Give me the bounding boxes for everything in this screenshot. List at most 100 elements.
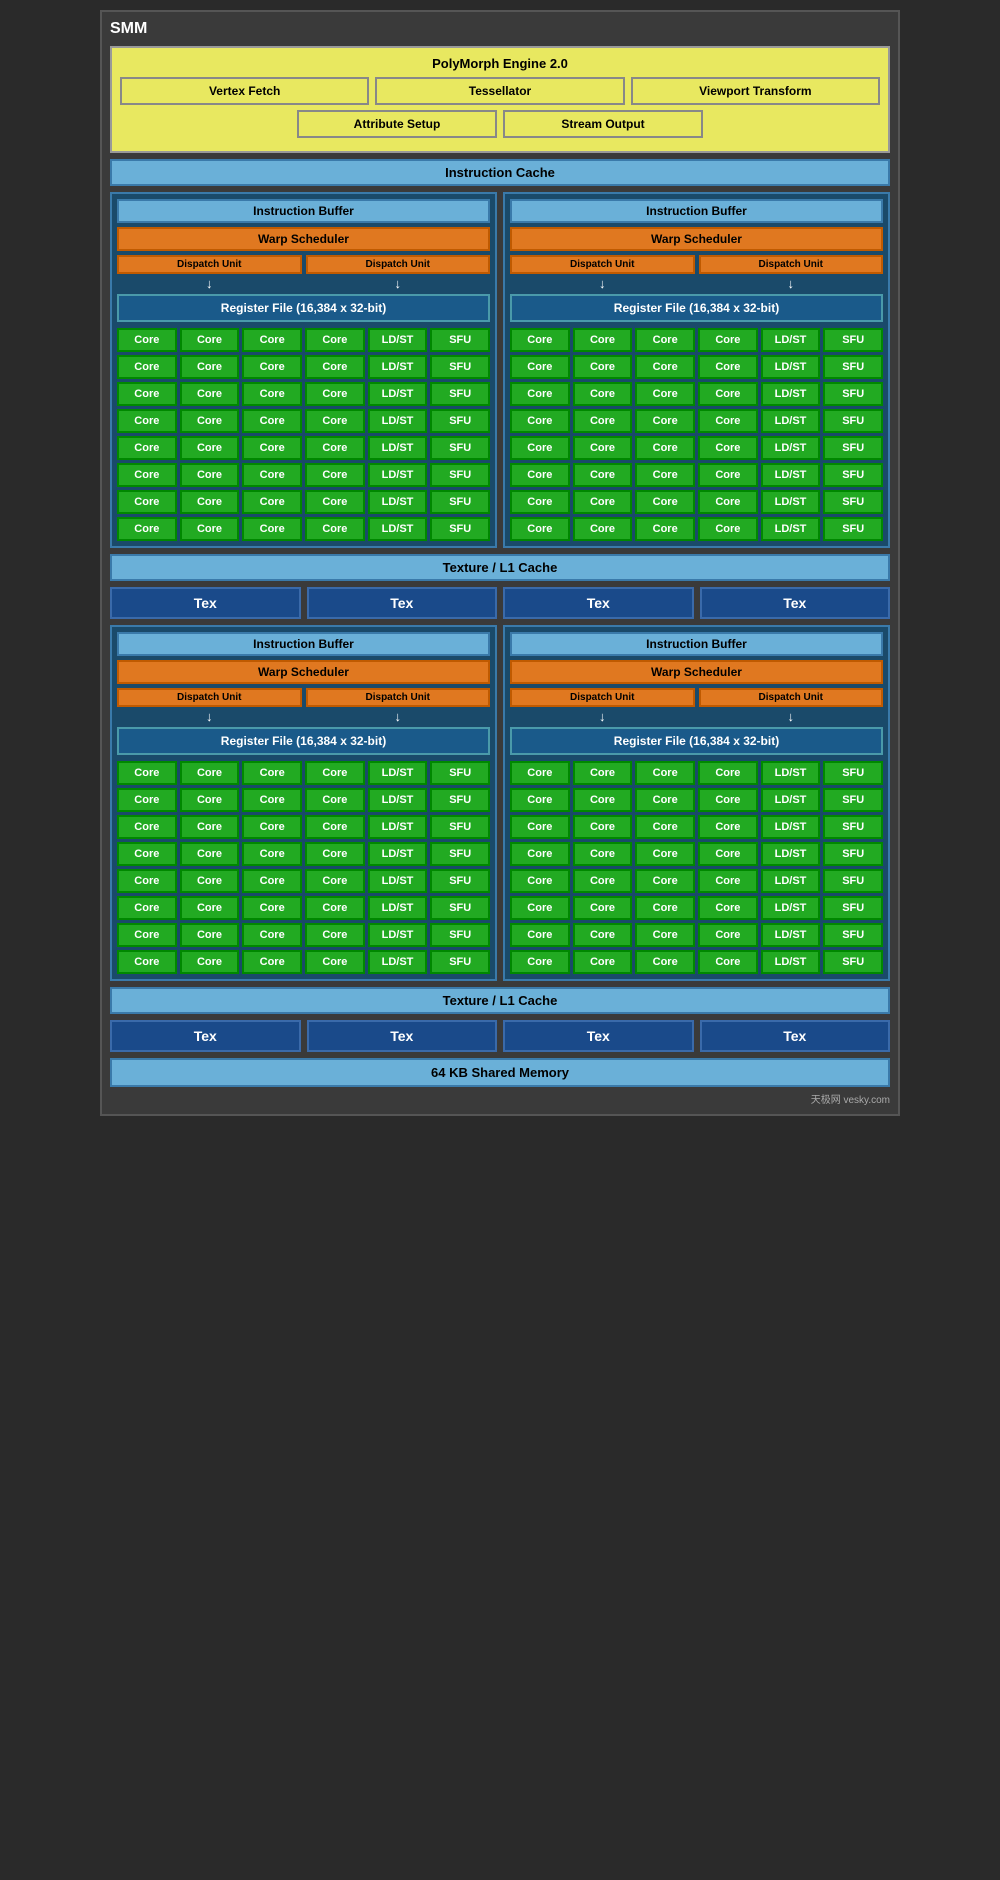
core-cell: Core (180, 463, 240, 487)
core-cell: Core (180, 355, 240, 379)
ldst-cell: LD/ST (761, 490, 821, 514)
register-file-tl: Register File (16,384 x 32-bit) (117, 294, 490, 322)
sfu-cell: SFU (430, 950, 490, 974)
ldst-cell: LD/ST (368, 490, 428, 514)
core-row: CoreCoreCoreCoreLD/STSFU (510, 923, 883, 947)
tex-box-3: Tex (503, 587, 694, 619)
warp-scheduler-tl: Warp Scheduler (117, 227, 490, 251)
sm-bottom-right: Instruction Buffer Warp Scheduler Dispat… (503, 625, 890, 981)
sfu-cell: SFU (430, 328, 490, 352)
core-cell: Core (242, 490, 302, 514)
core-cell: Core (117, 382, 177, 406)
core-cell: Core (242, 436, 302, 460)
tex-box-1: Tex (110, 587, 301, 619)
core-row: CoreCoreCoreCoreLD/STSFU (117, 815, 490, 839)
smm-container: SMM PolyMorph Engine 2.0 Vertex Fetch Te… (100, 10, 900, 1116)
ldst-cell: LD/ST (761, 436, 821, 460)
texture-cache-top: Texture / L1 Cache (110, 554, 890, 581)
core-cell: Core (180, 328, 240, 352)
core-cell: Core (180, 490, 240, 514)
core-cell: Core (698, 923, 758, 947)
dispatch-unit-br-1: Dispatch Unit (510, 688, 695, 707)
core-cell: Core (573, 490, 633, 514)
arrow-bl-1: ↓ (117, 709, 302, 724)
core-row: CoreCoreCoreCoreLD/STSFU (117, 950, 490, 974)
ldst-cell: LD/ST (761, 328, 821, 352)
core-row: CoreCoreCoreCoreLD/STSFU (117, 436, 490, 460)
core-cell: Core (698, 869, 758, 893)
core-cell: Core (698, 463, 758, 487)
core-cell: Core (117, 923, 177, 947)
core-row: CoreCoreCoreCoreLD/STSFU (117, 517, 490, 541)
sfu-cell: SFU (823, 517, 883, 541)
core-cell: Core (117, 896, 177, 920)
polymorph-engine-block: PolyMorph Engine 2.0 Vertex Fetch Tessel… (110, 46, 890, 153)
core-cell: Core (180, 761, 240, 785)
tex-row-top: Tex Tex Tex Tex (110, 587, 890, 619)
ldst-cell: LD/ST (761, 517, 821, 541)
core-cell: Core (510, 815, 570, 839)
core-cell: Core (510, 950, 570, 974)
core-cell: Core (510, 409, 570, 433)
core-row: CoreCoreCoreCoreLD/STSFU (510, 382, 883, 406)
core-cell: Core (510, 869, 570, 893)
core-cell: Core (180, 815, 240, 839)
core-row: CoreCoreCoreCoreLD/STSFU (510, 950, 883, 974)
core-row: CoreCoreCoreCoreLD/STSFU (510, 490, 883, 514)
sfu-cell: SFU (430, 355, 490, 379)
core-cell: Core (698, 436, 758, 460)
core-cell: Core (698, 517, 758, 541)
register-file-br: Register File (16,384 x 32-bit) (510, 727, 883, 755)
sfu-cell: SFU (430, 761, 490, 785)
register-file-bl: Register File (16,384 x 32-bit) (117, 727, 490, 755)
core-row: CoreCoreCoreCoreLD/STSFU (117, 355, 490, 379)
instruction-cache-top: Instruction Cache (110, 159, 890, 186)
core-cell: Core (510, 842, 570, 866)
sfu-cell: SFU (823, 355, 883, 379)
core-cell: Core (698, 355, 758, 379)
core-cell: Core (180, 896, 240, 920)
core-cell: Core (305, 382, 365, 406)
core-row: CoreCoreCoreCoreLD/STSFU (117, 463, 490, 487)
smm-title: SMM (110, 20, 890, 38)
sfu-cell: SFU (430, 923, 490, 947)
ldst-cell: LD/ST (761, 815, 821, 839)
ldst-cell: LD/ST (761, 869, 821, 893)
warp-scheduler-br: Warp Scheduler (510, 660, 883, 684)
core-cell: Core (510, 328, 570, 352)
dispatch-unit-tr-2: Dispatch Unit (699, 255, 884, 274)
vertex-fetch-box: Vertex Fetch (120, 77, 369, 105)
sfu-cell: SFU (823, 463, 883, 487)
core-cell: Core (698, 842, 758, 866)
core-cell: Core (635, 490, 695, 514)
core-row: CoreCoreCoreCoreLD/STSFU (117, 896, 490, 920)
core-cell: Core (305, 463, 365, 487)
core-cell: Core (305, 842, 365, 866)
dispatch-unit-bl-2: Dispatch Unit (306, 688, 491, 707)
sfu-cell: SFU (823, 409, 883, 433)
core-cell: Core (510, 355, 570, 379)
ldst-cell: LD/ST (368, 355, 428, 379)
instr-buffer-bl: Instruction Buffer (117, 632, 490, 656)
ldst-cell: LD/ST (368, 788, 428, 812)
core-row: CoreCoreCoreCoreLD/STSFU (117, 490, 490, 514)
ldst-cell: LD/ST (368, 869, 428, 893)
core-cell: Core (180, 517, 240, 541)
core-cell: Core (510, 490, 570, 514)
core-cell: Core (305, 869, 365, 893)
core-cell: Core (305, 517, 365, 541)
instr-buffer-tl: Instruction Buffer (117, 199, 490, 223)
core-cell: Core (698, 815, 758, 839)
core-cell: Core (573, 815, 633, 839)
sfu-cell: SFU (430, 815, 490, 839)
instr-buffer-tr: Instruction Buffer (510, 199, 883, 223)
arrow-tr-2: ↓ (699, 276, 884, 291)
core-row: CoreCoreCoreCoreLD/STSFU (510, 896, 883, 920)
ldst-cell: LD/ST (761, 896, 821, 920)
ldst-cell: LD/ST (761, 842, 821, 866)
tex-box-b3: Tex (503, 1020, 694, 1052)
arrows-br: ↓ ↓ (510, 709, 883, 724)
ldst-cell: LD/ST (368, 328, 428, 352)
core-cell: Core (117, 328, 177, 352)
dispatch-row-br: Dispatch Unit Dispatch Unit (510, 688, 883, 707)
